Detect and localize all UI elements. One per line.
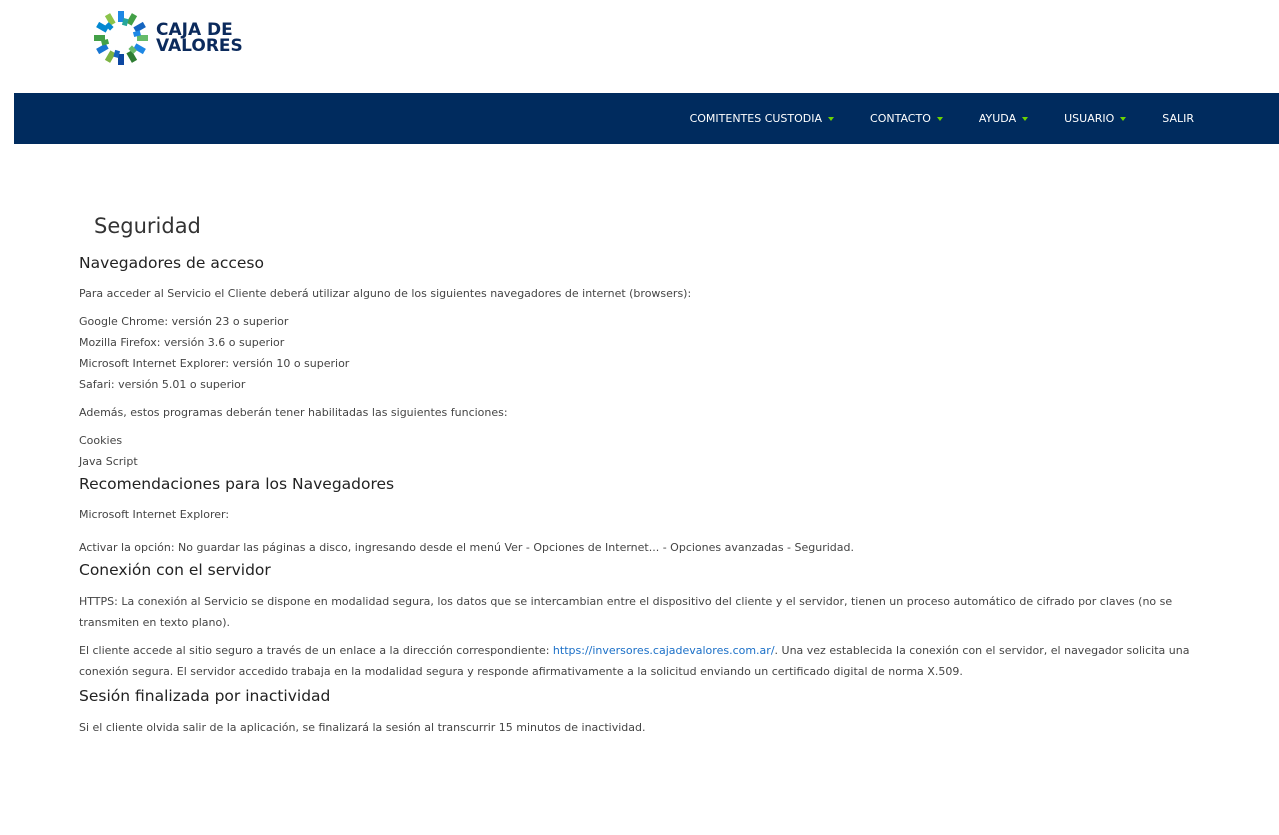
logo[interactable]: CAJA DE VALORES <box>92 8 243 68</box>
main-navbar: COMITENTES CUSTODIA CONTACTO AYUDA USUAR… <box>14 93 1279 144</box>
browser-item: Safari: versión 5.01 o superior <box>79 378 246 391</box>
conexion-link-before: El cliente accede al sitio seguro a trav… <box>79 644 553 657</box>
caret-down-icon <box>936 116 943 121</box>
browser-item: Google Chrome: versión 23 o superior <box>79 315 289 328</box>
page-title: Seguridad <box>94 214 201 238</box>
conexion-https-text: HTTPS: La conexión al Servicio se dispon… <box>79 595 1173 629</box>
section-title-sesion: Sesión finalizada por inactividad <box>79 687 331 705</box>
logo-text: CAJA DE VALORES <box>156 22 243 56</box>
function-item: Java Script <box>79 455 138 468</box>
caret-down-icon <box>828 116 835 121</box>
navegadores-intro: Para acceder al Servicio el Cliente debe… <box>79 287 692 300</box>
cajadevalores-link[interactable]: https://inversores.cajadevalores.com.ar/ <box>553 644 775 657</box>
nav-item-label: SALIR <box>1162 112 1194 125</box>
browser-item: Mozilla Firefox: versión 3.6 o superior <box>79 336 285 349</box>
nav-item-contacto[interactable]: CONTACTO <box>870 112 943 125</box>
left-edge <box>0 0 14 835</box>
browser-list: Google Chrome: versión 23 o superior Moz… <box>79 311 1229 395</box>
section-title-navegadores: Navegadores de acceso <box>79 254 264 272</box>
nav-item-salir[interactable]: SALIR <box>1162 112 1194 125</box>
caret-down-icon <box>1120 116 1127 121</box>
caret-down-icon <box>1022 116 1029 121</box>
functions-intro: Además, estos programas deberán tener ha… <box>79 406 508 419</box>
nav-item-label: COMITENTES CUSTODIA <box>689 112 823 125</box>
nav-menu: COMITENTES CUSTODIA CONTACTO AYUDA USUAR… <box>690 93 1194 144</box>
logo-line-2: VALORES <box>156 36 243 56</box>
nav-item-label: CONTACTO <box>870 112 931 125</box>
page: CAJA DE VALORES COMITENTES CUSTODIA CONT… <box>0 0 1279 835</box>
main-content: Seguridad Navegadores de acceso Para acc… <box>79 200 1229 738</box>
conexion-link-text: El cliente accede al sitio seguro a trav… <box>79 640 1229 682</box>
nav-item-ayuda[interactable]: AYUDA <box>978 112 1029 125</box>
function-item: Cookies <box>79 434 123 447</box>
nav-item-label: USUARIO <box>1064 112 1115 125</box>
nav-item-comitentes-custodia[interactable]: COMITENTES CUSTODIA <box>689 112 835 125</box>
recomendaciones-text: Activar la opción: No guardar las página… <box>79 541 855 554</box>
logo-ring-icon <box>94 11 148 65</box>
functions-list: Cookies Java Script <box>79 430 1229 472</box>
recomendaciones-browser: Microsoft Internet Explorer: <box>79 508 230 521</box>
sesion-text: Si el cliente olvida salir de la aplicac… <box>79 721 646 734</box>
site-header: CAJA DE VALORES <box>14 0 1279 93</box>
browser-item: Microsoft Internet Explorer: versión 10 … <box>79 357 350 370</box>
section-title-recomendaciones: Recomendaciones para los Navegadores <box>79 475 395 493</box>
section-title-conexion: Conexión con el servidor <box>79 561 271 579</box>
nav-item-usuario[interactable]: USUARIO <box>1064 112 1127 125</box>
nav-item-label: AYUDA <box>978 112 1017 125</box>
